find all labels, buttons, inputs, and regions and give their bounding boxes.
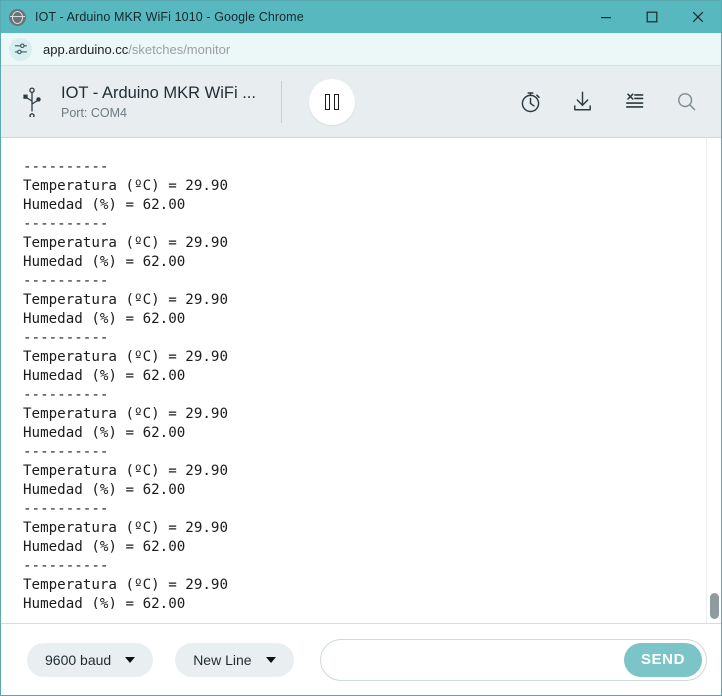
- url-path: /sketches/monitor: [128, 41, 231, 57]
- toolbar-divider: [280, 80, 282, 123]
- address-bar[interactable]: app.arduino.cc/sketches/monitor: [1, 33, 721, 66]
- close-icon: [692, 11, 704, 23]
- timestamp-button[interactable]: [509, 81, 551, 123]
- tune-sliders-glyph: [14, 43, 27, 55]
- line-ending-value: New Line: [193, 651, 252, 668]
- window-title: IOT - Arduino MKR WiFi 1010 - Google Chr…: [35, 10, 304, 24]
- download-button[interactable]: [561, 81, 603, 123]
- sketch-info: IOT - Arduino MKR WiFi ... Port: COM4: [61, 83, 256, 121]
- minimize-button[interactable]: [583, 1, 629, 33]
- sketch-title: IOT - Arduino MKR WiFi ...: [61, 83, 256, 102]
- chrome-app-window: IOT - Arduino MKR WiFi 1010 - Google Chr…: [0, 0, 722, 696]
- clear-output-button[interactable]: [613, 81, 655, 123]
- line-ending-select[interactable]: New Line: [175, 642, 294, 677]
- chevron-down-icon: [265, 656, 276, 663]
- url-host: app.arduino.cc: [43, 41, 129, 57]
- search-icon: [677, 93, 695, 111]
- maximize-icon: [646, 11, 658, 23]
- baud-rate-select[interactable]: 9600 baud: [27, 642, 154, 677]
- send-button[interactable]: SEND: [624, 642, 702, 677]
- minimize-icon: [601, 17, 611, 19]
- usb-icon: [21, 86, 43, 117]
- sketch-port-label: Port: COM4: [61, 106, 127, 121]
- tune-sliders-icon[interactable]: [9, 37, 32, 61]
- timestamp-icon: [521, 92, 540, 113]
- window-controls: [583, 1, 721, 33]
- terminal-area: ---------- Temperatura (ºC) = 29.90 Hume…: [1, 138, 721, 623]
- maximize-button[interactable]: [629, 1, 675, 33]
- clear-output-icon: [625, 93, 643, 108]
- pause-icon-bar-right: [333, 93, 339, 110]
- search-button[interactable]: [665, 81, 707, 123]
- message-send-area: SEND: [319, 638, 707, 681]
- title-bar: IOT - Arduino MKR WiFi 1010 - Google Chr…: [1, 1, 721, 33]
- close-button[interactable]: [675, 1, 721, 33]
- pause-icon-bar-left: [324, 93, 330, 110]
- url-text[interactable]: app.arduino.cc/sketches/monitor: [43, 42, 230, 57]
- baud-rate-value: 9600 baud: [45, 651, 112, 668]
- bottom-bar: 9600 baud New Line SEND: [1, 623, 721, 695]
- usb-glyph: [23, 86, 41, 117]
- terminal-scrollbar[interactable]: [706, 138, 721, 623]
- monitor-toolbar: IOT - Arduino MKR WiFi ... Port: COM4: [1, 66, 721, 138]
- message-input[interactable]: [338, 638, 624, 681]
- download-icon: [573, 91, 591, 111]
- terminal-scrollbar-thumb[interactable]: [710, 593, 719, 619]
- serial-output-text[interactable]: ---------- Temperatura (ºC) = 29.90 Hume…: [1, 152, 721, 609]
- chrome-globe-icon: [9, 8, 26, 26]
- chevron-down-icon: [125, 656, 136, 663]
- pause-button[interactable]: [308, 78, 355, 125]
